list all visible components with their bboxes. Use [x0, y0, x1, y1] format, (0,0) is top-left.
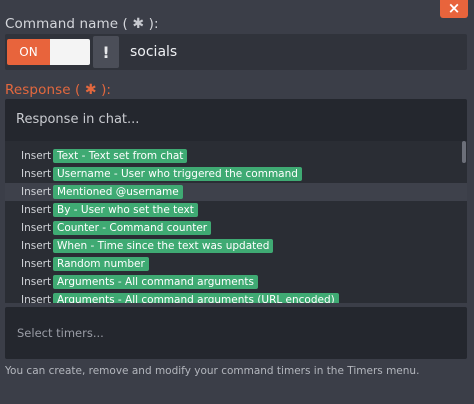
insert-option[interactable]: Insert Username - User who triggered the …: [5, 165, 467, 183]
insert-option[interactable]: Insert Arguments - All command arguments …: [5, 291, 467, 303]
response-input[interactable]: Response in chat...: [5, 99, 467, 141]
response-label-text: Response (: [5, 82, 81, 98]
toggle-on-label: ON: [7, 39, 50, 65]
insert-word: Insert: [21, 186, 52, 198]
variable-tag: Username - User who triggered the comman…: [53, 167, 302, 181]
variable-tag: Random number: [53, 257, 149, 271]
command-name-label-text: Command name (: [5, 16, 128, 32]
variable-tag: By - User who set the text: [53, 203, 198, 217]
timers-hint: You can create, remove and modify your c…: [5, 365, 420, 377]
insert-option[interactable]: Insert When - Time since the text was upd…: [5, 237, 467, 255]
insert-option[interactable]: Insert Arguments - All command arguments: [5, 273, 467, 291]
close-button[interactable]: ×: [440, 0, 468, 18]
insert-option[interactable]: Insert By - User who set the text: [5, 201, 467, 219]
toggle-off-side: [50, 39, 90, 65]
variable-tag: Arguments - All command arguments (URL e…: [53, 293, 339, 303]
variable-tag: When - Time since the text was updated: [53, 239, 274, 253]
command-name-label: Command name ( ✱ ):: [5, 16, 159, 32]
insert-word: Insert: [21, 276, 52, 288]
insert-option[interactable]: Insert Random number: [5, 255, 467, 273]
insert-word: Insert: [21, 150, 52, 162]
insert-word: Insert: [21, 204, 52, 216]
command-name-input[interactable]: socials: [130, 44, 177, 60]
response-label: Response ( ✱ ):: [5, 82, 111, 98]
required-star-icon: ✱: [132, 16, 145, 32]
insert-option[interactable]: Insert Counter - Command counter: [5, 219, 467, 237]
insert-word: Insert: [21, 258, 52, 270]
enabled-toggle[interactable]: ON: [7, 39, 90, 65]
required-star-icon: ✱: [84, 82, 97, 98]
variable-tag: Text - Text set from chat: [53, 149, 188, 163]
timers-placeholder: Select timers...: [17, 326, 104, 340]
insert-word: Insert: [21, 168, 52, 180]
insert-word: Insert: [21, 222, 52, 234]
response-label-suffix: ):: [101, 82, 112, 98]
exclamation-icon[interactable]: !: [93, 36, 119, 68]
response-placeholder: Response in chat...: [16, 112, 140, 127]
close-icon: ×: [447, 0, 461, 17]
variable-tag: Arguments - All command arguments: [53, 275, 258, 289]
timers-select[interactable]: Select timers...: [5, 307, 467, 359]
insert-dropdown: Insert Text - Text set from chat Insert Use…: [5, 141, 467, 303]
insert-option[interactable]: Insert Text - Text set from chat: [5, 147, 467, 165]
command-name-label-suffix: ):: [148, 16, 159, 32]
insert-word: Insert: [21, 240, 52, 252]
variable-tag: Mentioned @username: [53, 185, 183, 199]
insert-option[interactable]: Insert Mentioned @username: [5, 183, 467, 201]
insert-list: Insert Text - Text set from chat Insert Use…: [5, 147, 467, 303]
insert-word: Insert: [21, 294, 52, 303]
variable-tag: Counter - Command counter: [53, 221, 212, 235]
command-name-row: ON ! socials: [5, 34, 467, 70]
